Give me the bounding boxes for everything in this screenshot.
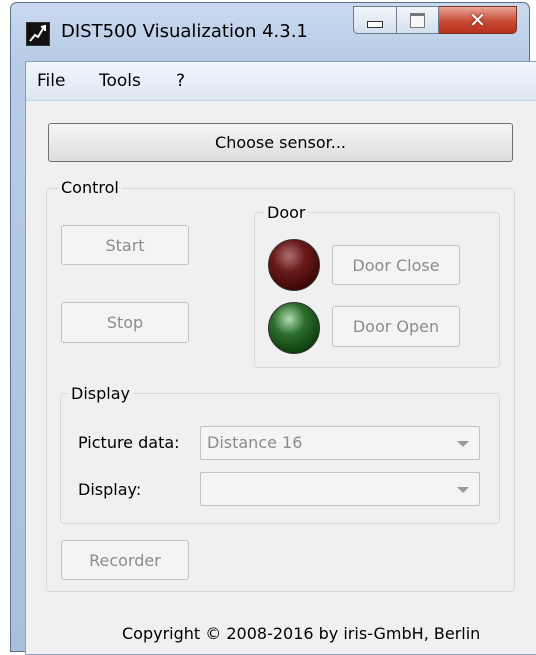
minimize-button[interactable] — [353, 6, 397, 34]
title-bar[interactable]: DIST500 Visualization 4.3.1 ✕ — [11, 3, 529, 61]
picture-data-select[interactable]: Distance 16 — [200, 426, 480, 460]
display-group-label: Display — [68, 384, 133, 403]
recorder-button[interactable]: Recorder — [61, 540, 189, 580]
stop-button[interactable]: Stop — [61, 302, 189, 343]
close-icon: ✕ — [469, 8, 486, 32]
copyright-text: Copyright © 2008-2016 by iris-GmbH, Berl… — [122, 624, 481, 643]
picture-data-value: Distance 16 — [207, 433, 303, 452]
chevron-down-icon — [457, 441, 469, 447]
chevron-down-icon — [457, 487, 469, 493]
caption-buttons: ✕ — [353, 6, 517, 40]
picture-data-label: Picture data: — [78, 433, 180, 452]
minimize-icon — [367, 20, 383, 28]
door-open-button[interactable]: Door Open — [332, 306, 460, 347]
door-close-button[interactable]: Door Close — [332, 245, 460, 285]
start-button[interactable]: Start — [61, 225, 189, 265]
door-close-led — [268, 239, 320, 291]
display-label: Display: — [78, 480, 142, 499]
app-logo-icon — [26, 22, 50, 46]
maximize-button[interactable] — [397, 6, 439, 34]
close-button[interactable]: ✕ — [439, 6, 517, 34]
menu-help[interactable]: ? — [176, 71, 185, 91]
menu-file[interactable]: File — [37, 71, 65, 91]
control-group-label: Control — [58, 178, 122, 197]
choose-sensor-button[interactable]: Choose sensor... — [48, 123, 513, 162]
menu-tools[interactable]: Tools — [99, 71, 141, 91]
door-group-label: Door — [264, 203, 309, 222]
maximize-icon — [410, 12, 425, 28]
menu-bar: File Tools ? — [26, 62, 536, 101]
window-title: DIST500 Visualization 4.3.1 — [61, 21, 308, 42]
door-open-led — [268, 302, 320, 354]
client-area: File Tools ? Choose sensor... Control St… — [25, 61, 536, 655]
app-window: DIST500 Visualization 4.3.1 ✕ File Tools… — [10, 2, 536, 655]
display-select[interactable] — [200, 472, 480, 506]
